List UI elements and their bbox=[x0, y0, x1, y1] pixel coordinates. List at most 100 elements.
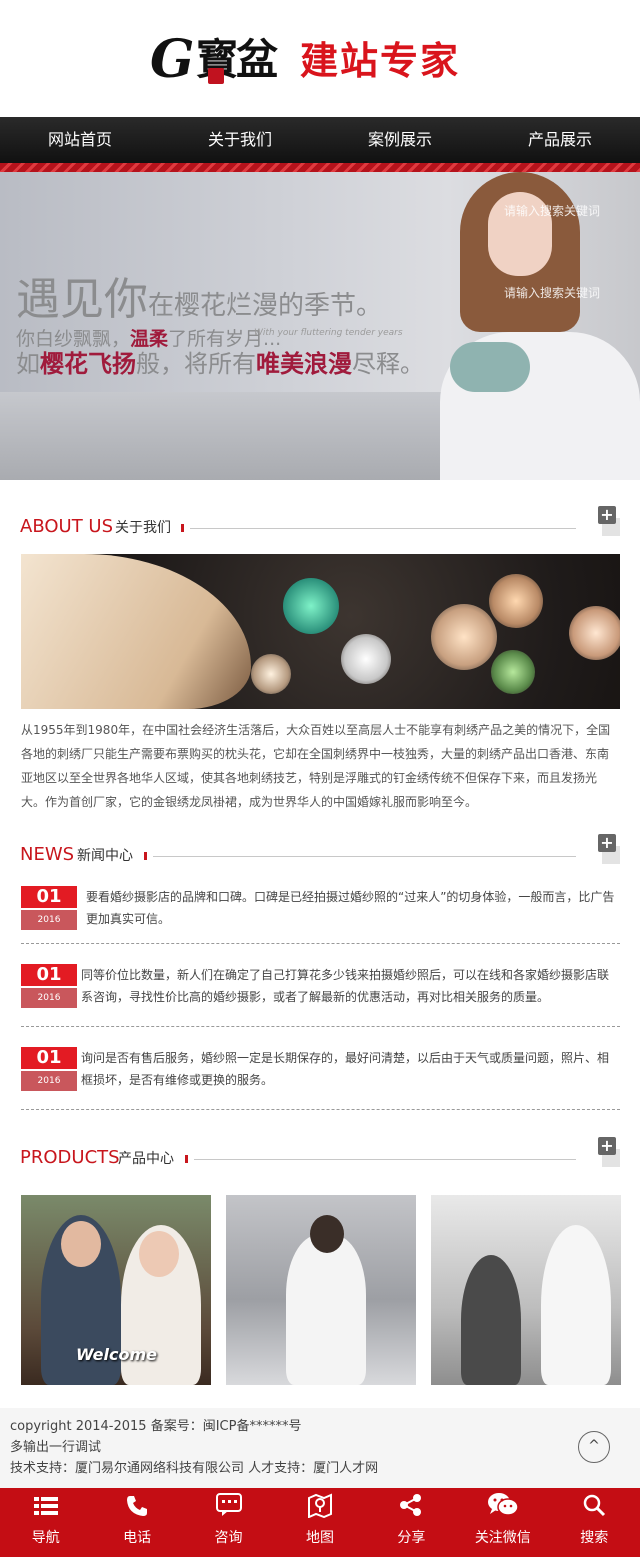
logo-slogan: 建站专家 bbox=[300, 38, 461, 83]
about-image[interactable] bbox=[21, 554, 620, 709]
banner-search-hint-2[interactable]: 请输入搜索关键词 bbox=[504, 284, 600, 301]
title-mark bbox=[181, 524, 184, 532]
nav-stripe-divider bbox=[0, 163, 640, 172]
news-day: 01 bbox=[21, 886, 77, 908]
product-figure-face bbox=[139, 1231, 179, 1277]
map-icon bbox=[274, 1492, 365, 1526]
phone-icon bbox=[91, 1492, 182, 1526]
about-more-button[interactable]: + bbox=[598, 506, 616, 524]
bottom-map-label: 地图 bbox=[305, 1530, 334, 1546]
bottom-consult-label: 咨询 bbox=[214, 1530, 243, 1546]
product-thumbnail[interactable]: Welcome bbox=[21, 1195, 211, 1385]
bottom-search-label: 搜索 bbox=[580, 1530, 609, 1546]
product-figure-bride bbox=[286, 1235, 366, 1385]
news-year: 2016 bbox=[21, 988, 77, 1008]
bottom-phone-button[interactable]: 电话 bbox=[91, 1488, 182, 1557]
product-figure-hair bbox=[310, 1215, 344, 1253]
bottom-nav-button[interactable]: 导航 bbox=[0, 1488, 91, 1557]
footer-debug-line: 多输出一行调试 bbox=[10, 1440, 102, 1455]
product-thumbnail[interactable] bbox=[226, 1195, 416, 1385]
banner-headline: 遇见你在樱花烂漫的季节。 bbox=[16, 276, 382, 330]
about-title-en: ABOUT US bbox=[20, 516, 114, 537]
banner-headline-big: 遇见你 bbox=[16, 274, 148, 325]
news-item[interactable]: 01 2016 同等价位比数量，新人们在确定了自己打算花多少钱来拍摄婚纱照后，可… bbox=[21, 964, 620, 1008]
bottom-share-button[interactable]: 分享 bbox=[366, 1488, 457, 1557]
nav-item-products[interactable]: 产品展示 bbox=[480, 117, 640, 163]
news-date: 01 2016 bbox=[21, 1047, 77, 1091]
products-title-cn: 产品中心 bbox=[118, 1151, 174, 1167]
news-year: 2016 bbox=[21, 910, 77, 930]
site-logo[interactable]: G 寳盆 建站专家 bbox=[150, 28, 490, 92]
footer-tech-support[interactable]: 技术支持：厦门易尔通网络科技有限公司 人才支持：厦门人才网 bbox=[10, 1459, 378, 1479]
news-item[interactable]: 01 2016 询问是否有售后服务，婚纱照一定是长期保存的，最好问清楚，以后由于… bbox=[21, 1047, 620, 1091]
footer: copyright 2014-2015 备案号：闽ICP备******号 多输出… bbox=[0, 1408, 640, 1488]
about-image-dress bbox=[21, 554, 251, 709]
banner-headline-small: 在樱花烂漫的季节。 bbox=[148, 291, 383, 321]
bottom-share-label: 分享 bbox=[397, 1530, 426, 1546]
bottom-consult-button[interactable]: 咨询 bbox=[183, 1488, 274, 1557]
about-text: 从1955年到1980年，在中国社会经济生活落后，大众百姓以至高层人士不能享有刺… bbox=[21, 723, 611, 809]
footer-copyright: copyright 2014-2015 备案号：闽ICP备******号 bbox=[10, 1419, 302, 1434]
bottom-wechat-label: 关注微信 bbox=[474, 1530, 531, 1546]
search-icon bbox=[549, 1492, 640, 1526]
title-mark bbox=[185, 1155, 188, 1163]
news-text[interactable]: 询问是否有售后服务，婚纱照一定是长期保存的，最好问清楚，以后由于天气或质量问题，… bbox=[81, 1047, 620, 1091]
bouquet-icon bbox=[450, 342, 530, 392]
bottom-nav-label: 导航 bbox=[31, 1530, 60, 1546]
news-more-button[interactable]: + bbox=[598, 834, 616, 852]
title-rule bbox=[153, 856, 576, 857]
wechat-icon bbox=[457, 1492, 548, 1526]
news-title-en: NEWS bbox=[20, 844, 75, 865]
news-title-cn: 新闻中心 bbox=[77, 848, 133, 864]
news-divider bbox=[21, 943, 620, 944]
banner-subline-2-d: 唯美浪漫 bbox=[256, 350, 352, 378]
product-figure-groom bbox=[461, 1255, 521, 1385]
bokeh-light bbox=[489, 574, 543, 628]
news-date: 01 2016 bbox=[21, 886, 77, 930]
news-divider bbox=[21, 1109, 620, 1110]
title-rule bbox=[194, 1159, 576, 1160]
bokeh-light bbox=[491, 650, 535, 694]
banner-subline-2-b: 樱花飞扬 bbox=[40, 350, 136, 378]
hero-banner[interactable]: 请输入搜索关键词 请输入搜索关键词 遇见你在樱花烂漫的季节。 你白纱飘飘，温柔了… bbox=[0, 172, 640, 480]
banner-subline-2-e: 尽释。 bbox=[352, 350, 424, 378]
banner-subline-2: 如樱花飞扬般，将所有唯美浪漫尽释。 bbox=[16, 344, 424, 379]
bottom-wechat-button[interactable]: 关注微信 bbox=[457, 1488, 548, 1557]
bokeh-light bbox=[431, 604, 497, 670]
nav-item-cases[interactable]: 案例展示 bbox=[320, 117, 480, 163]
bottom-map-button[interactable]: 地图 bbox=[274, 1488, 365, 1557]
news-text[interactable]: 要看婚纱摄影店的品牌和口碑。口碑是已经拍摄过婚纱照的“过来人”的切身体验，一般而… bbox=[86, 886, 620, 930]
product-figure-bride bbox=[541, 1225, 611, 1385]
chat-icon bbox=[183, 1492, 274, 1526]
banner-script-text: With your fluttering tender years bbox=[254, 328, 403, 338]
news-date: 01 2016 bbox=[21, 964, 77, 1008]
header: G 寳盆 建站专家 bbox=[0, 0, 640, 117]
nav-item-about[interactable]: 关于我们 bbox=[160, 117, 320, 163]
products-title-en: PRODUCTS bbox=[20, 1147, 120, 1168]
news-item[interactable]: 01 2016 要看婚纱摄影店的品牌和口碑。口碑是已经拍摄过婚纱照的“过来人”的… bbox=[21, 886, 620, 930]
back-to-top-button[interactable]: ^ bbox=[578, 1431, 610, 1463]
news-text[interactable]: 同等价位比数量，新人们在确定了自己打算花多少钱来拍摄婚纱照后，可以在线和各家婚纱… bbox=[81, 964, 620, 1008]
news-section-title: NEWS 新闻中心 + bbox=[20, 834, 620, 870]
title-rule bbox=[190, 528, 576, 529]
share-icon bbox=[366, 1492, 457, 1526]
bokeh-light bbox=[341, 634, 391, 684]
products-more-button[interactable]: + bbox=[598, 1137, 616, 1155]
title-mark bbox=[144, 852, 147, 860]
bottom-action-bar: 导航 电话 咨询 地图 分享 关注微信 搜索 bbox=[0, 1488, 640, 1557]
bottom-search-button[interactable]: 搜索 bbox=[549, 1488, 640, 1557]
bokeh-light bbox=[251, 654, 291, 694]
about-section-title: ABOUT US 关于我们 + bbox=[20, 506, 620, 542]
product-thumbnail[interactable] bbox=[431, 1195, 621, 1385]
products-section-title: PRODUCTS 产品中心 + bbox=[20, 1137, 620, 1173]
chevron-up-icon: ^ bbox=[588, 1438, 600, 1454]
nav-item-home[interactable]: 网站首页 bbox=[0, 117, 160, 163]
seal-icon bbox=[208, 68, 224, 84]
banner-subline-2-a: 如 bbox=[16, 350, 40, 378]
banner-subline-2-c: 般，将所有 bbox=[136, 350, 256, 378]
bottom-phone-label: 电话 bbox=[123, 1530, 152, 1546]
welcome-sign: Welcome bbox=[76, 1345, 157, 1364]
banner-search-hint-1[interactable]: 请输入搜索关键词 bbox=[504, 202, 600, 219]
bokeh-light bbox=[569, 606, 620, 660]
logo-letter: G bbox=[150, 29, 195, 90]
